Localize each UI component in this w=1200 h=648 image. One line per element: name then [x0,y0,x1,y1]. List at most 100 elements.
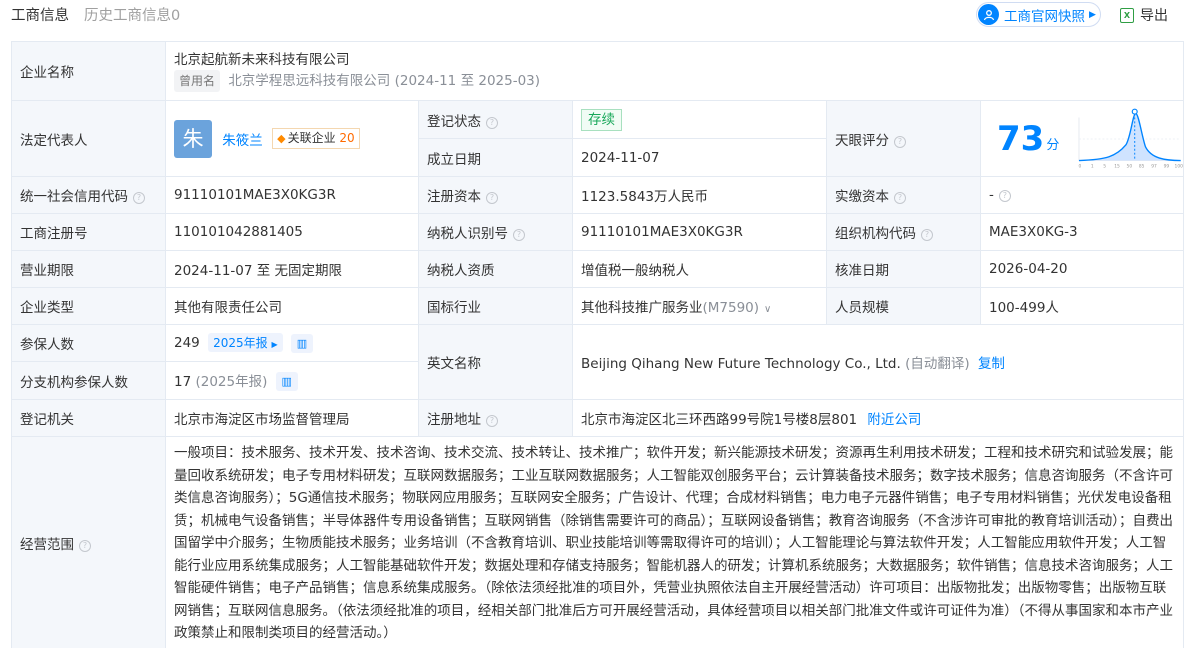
legal-rep-cell: 朱 朱筱兰 ◆ 关联企业 20 [165,100,419,177]
term-label: 营业期限 [11,250,166,288]
industry-value: 其他科技推广服务业 [581,300,703,316]
annual-report-tag[interactable]: 2025年报 ▶ [208,333,283,353]
taxpayer-id-label-cell: 纳税人识别号? [418,213,573,251]
row-reg-no: 工商注册号 110101042881405 纳税人识别号? 91110101MA… [11,213,1184,251]
tianyan-score-unit: 分 [1046,138,1060,153]
user-badge-icon [978,4,999,25]
status-label-cell: 登记状态? [418,100,573,139]
help-icon[interactable]: ? [998,190,1011,202]
taxpayer-type-label: 纳税人资质 [418,250,573,288]
english-name: Beijing Qihang New Future Technology Co.… [581,356,901,372]
staff-label: 人员规模 [826,287,981,325]
company-name: 北京起航新未来科技有限公司 [174,52,350,68]
insured-label: 参保人数 [11,324,166,362]
chart-icon[interactable]: ▥ [275,372,298,392]
tab-history-info[interactable]: 历史工商信息0 [84,4,180,25]
former-name-tag: 曾用名 [174,70,221,92]
insured-value: 249 [174,335,200,352]
caret-right-icon: ▶ [271,340,278,350]
related-companies-tag[interactable]: ◆ 关联企业 20 [272,128,360,149]
score-tick-label: 50 [1127,163,1133,169]
english-name-label: 英文名称 [418,324,573,400]
avatar[interactable]: 朱 [174,119,212,158]
help-icon[interactable]: ? [894,135,906,148]
taxpayer-type-value: 增值税一般纳税人 [572,250,827,288]
snapshot-label: 工商官网快照 [1004,8,1085,25]
founded-label: 成立日期 [418,138,573,177]
caret-right-icon: ▶ [1089,9,1096,20]
row-credit: 统一社会信用代码? 91110101MAE3X0KG3R 注册资本? 1123.… [11,176,1184,214]
related-icon: ◆ [277,132,286,145]
org-code-value: MAE3X0KG-3 [980,213,1184,251]
help-icon[interactable]: ? [486,192,498,204]
tianyan-cell[interactable]: 73 分 0 1 5 15 50 85 97 99 100 [980,100,1184,177]
company-type-label: 企业类型 [11,287,166,325]
score-tick-label: 99 [1164,163,1170,169]
score-distribution-chart: 0 1 5 15 50 85 97 99 100 [1078,108,1183,169]
scope-label-cell: 经营范围? [11,436,166,648]
term-value: 2024-11-07 至 无固定期限 [165,250,419,288]
chevron-down-icon[interactable]: ∨ [764,304,771,315]
industry-cell[interactable]: 其他科技推广服务业(M7590) ∨ [572,287,827,325]
paid-capital-label: 实缴资本 [835,189,889,205]
help-icon[interactable]: ? [79,540,91,553]
legal-rep-name[interactable]: 朱筱兰 [222,133,263,149]
score-tick-label: 0 [1079,163,1082,169]
tab-business-info[interactable]: 工商信息 [11,4,69,25]
score-tick-label: 5 [1104,163,1107,169]
credit-value: 91110101MAE3X0KG3R [165,176,419,214]
address-value: 北京市海淀区北三环西路99号院1号楼8层801 [581,412,858,428]
paid-capital-label-cell: 实缴资本? [826,176,981,214]
row-legal-status: 法定代表人 朱 朱筱兰 ◆ 关联企业 20 登记状态? 存续 天眼评分? 73 分 [11,100,1184,177]
approval-date-label: 核准日期 [826,250,981,288]
help-icon[interactable]: ? [486,415,498,427]
industry-label: 国标行业 [418,287,573,325]
snapshot-button[interactable]: 工商官网快照 ▶ [976,2,1101,27]
company-name-label: 企业名称 [11,41,166,101]
scope-text: 一般项目：技术服务、技术开发、技术咨询、技术交流、技术转让、技术推广；软件开发；… [165,436,1184,648]
authority-label: 登记机关 [11,399,166,437]
chart-icon[interactable]: ▥ [290,333,313,353]
taxpayer-id-label: 纳税人识别号 [427,226,508,242]
excel-icon: X [1120,7,1134,23]
reg-capital-value: 1123.5843万人民币 [572,176,827,214]
related-count: 20 [339,131,355,145]
paid-capital-cell: -? [980,176,1184,214]
founded-value: 2024-11-07 [572,138,827,177]
help-icon[interactable]: ? [921,229,933,241]
row-term: 营业期限 2024-11-07 至 无固定期限 纳税人资质 增值税一般纳税人 核… [11,250,1184,288]
branch-insured-cell: 17 (2025年报) ▥ [165,361,419,400]
taxpayer-id-value: 91110101MAE3X0KG3R [572,213,827,251]
tianyan-label-cell: 天眼评分? [826,100,981,177]
nearby-companies-link[interactable]: 附近公司 [867,412,921,428]
business-info-table: 企业名称 北京起航新未来科技有限公司 曾用名 北京学程思远科技有限公司 (202… [11,41,1184,648]
help-icon[interactable]: ? [486,116,498,129]
org-code-label: 组织机构代码 [835,226,916,242]
status-badge: 存续 [581,108,622,131]
address-cell: 北京市海淀区北三环西路99号院1号楼8层801 附近公司 [572,399,1184,437]
row-scope: 经营范围? 一般项目：技术服务、技术开发、技术咨询、技术交流、技术转让、技术推广… [11,436,1184,648]
branch-insured-year: (2025年报) [195,373,268,390]
authority-value: 北京市海淀区市场监督管理局 [165,399,419,437]
help-icon[interactable]: ? [513,229,525,241]
paid-capital-value: - [989,187,994,203]
export-label: 导出 [1140,8,1168,24]
related-label: 关联企业 [287,131,336,145]
help-icon[interactable]: ? [894,192,906,204]
auto-translate-note: (自动翻译) [905,356,970,372]
annual-report-label: 2025年报 [213,336,268,351]
reg-capital-label-cell: 注册资本? [418,176,573,214]
former-name: 北京学程思远科技有限公司 (2024-11 至 2025-03) [228,73,541,89]
company-type-value: 其他有限责任公司 [165,287,419,325]
status-cell: 存续 [572,100,827,139]
company-name-cell: 北京起航新未来科技有限公司 曾用名 北京学程思远科技有限公司 (2024-11 … [165,41,1184,101]
reg-no-value: 110101042881405 [165,213,419,251]
export-button[interactable]: X 导出 [1120,5,1168,25]
copy-link[interactable]: 复制 [978,356,1005,372]
industry-code: (M7590) [702,300,760,316]
org-code-label-cell: 组织机构代码? [826,213,981,251]
score-tick-label: 85 [1139,163,1145,169]
reg-capital-label: 注册资本 [427,189,481,205]
tianyan-score: 73 [997,118,1045,159]
help-icon[interactable]: ? [133,192,145,204]
